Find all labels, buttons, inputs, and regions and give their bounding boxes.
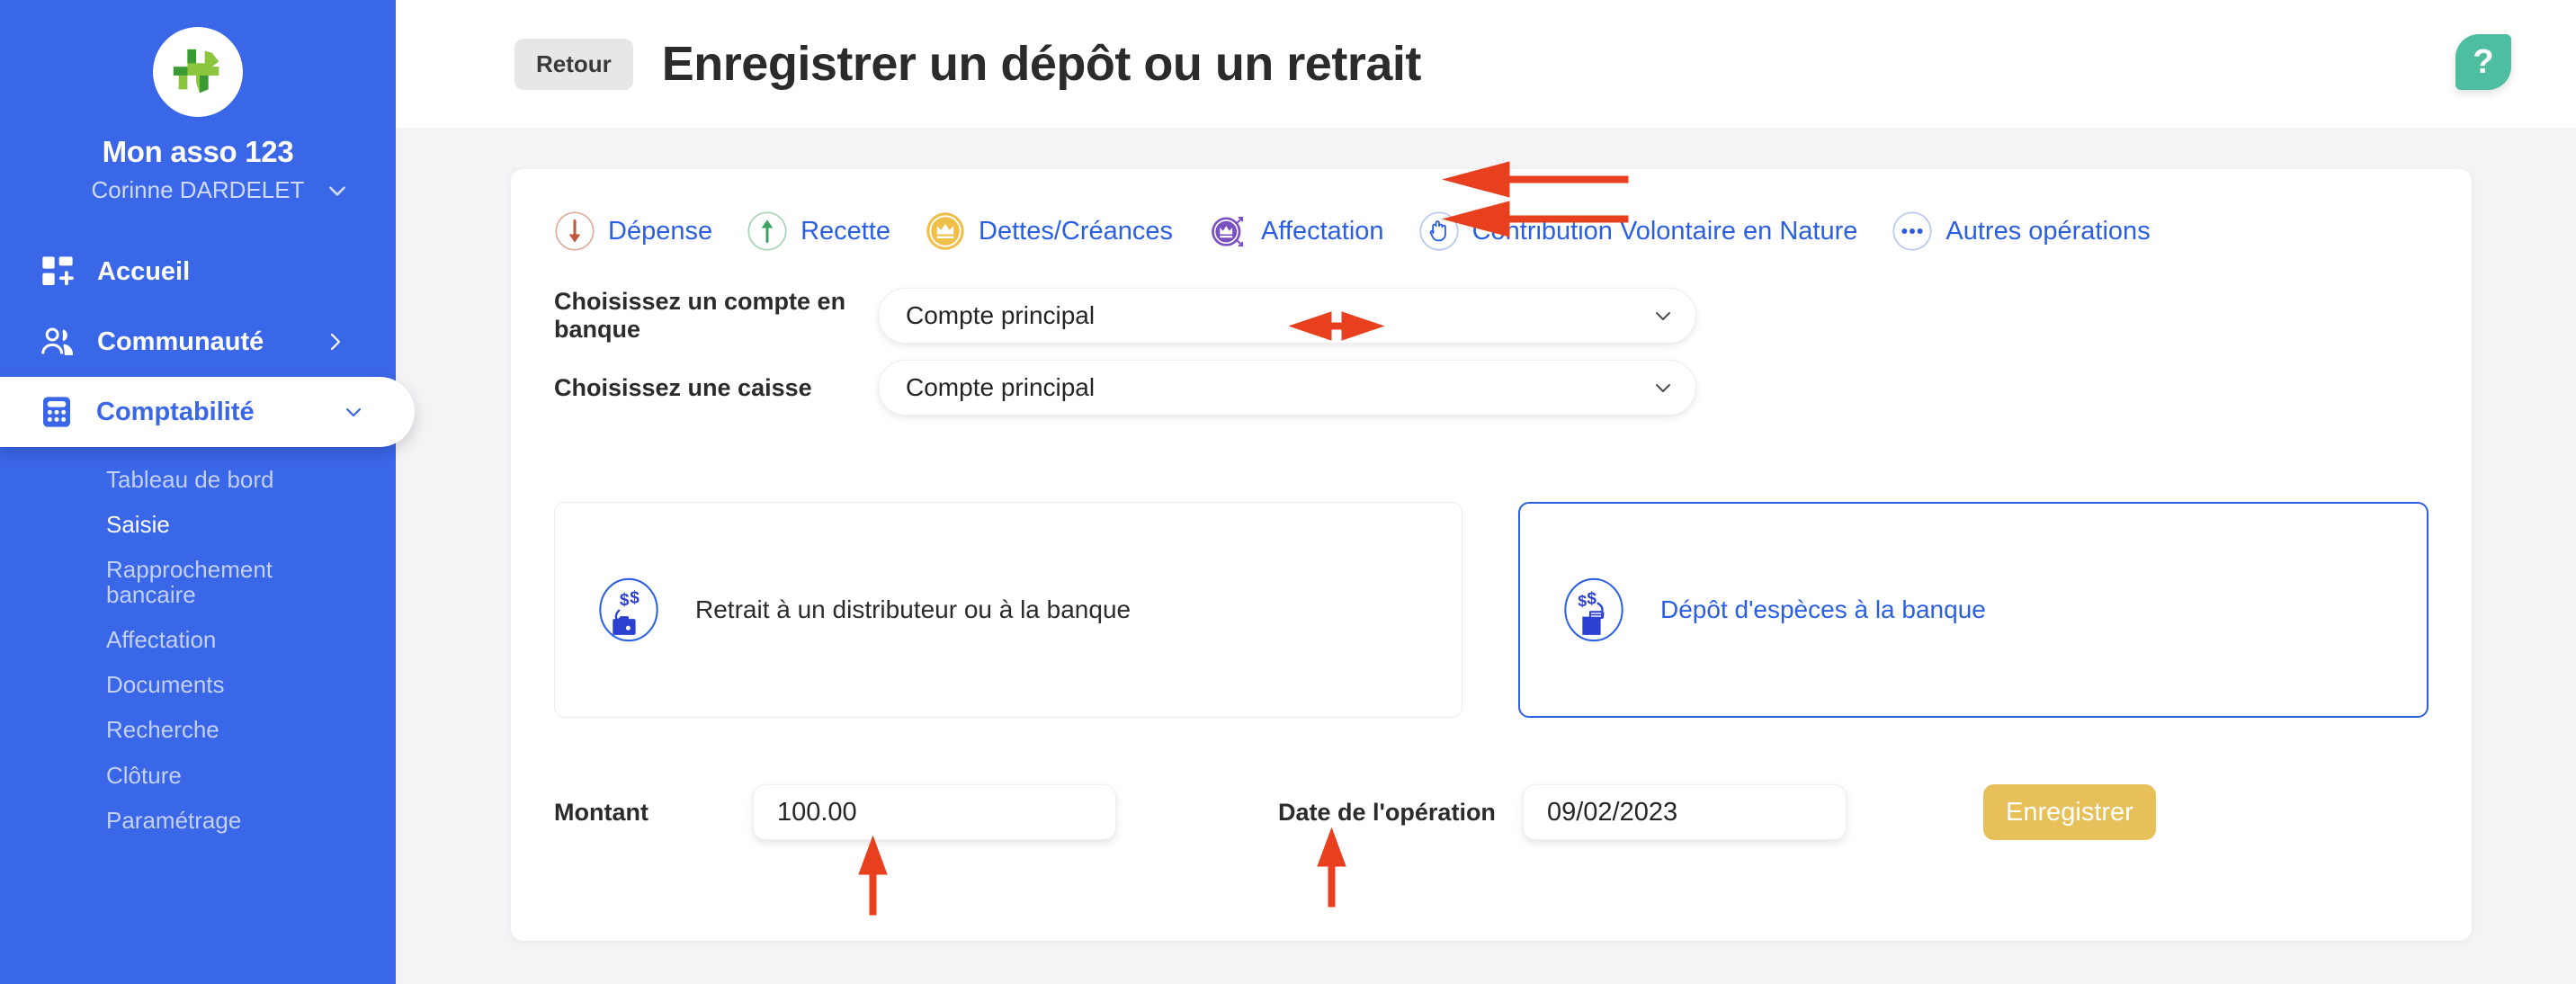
- subnav-item-recherche[interactable]: Recherche: [106, 717, 331, 742]
- cash-register-label: Choisissez une caisse: [554, 373, 812, 401]
- tab-label: Affectation: [1261, 216, 1384, 246]
- sidebar-nav: Accueil Communauté Comptabilité Tableau …: [0, 237, 415, 833]
- page-title: Enregistrer un dépôt ou un retrait: [661, 37, 1422, 91]
- arrow-down-circle-icon: [555, 211, 595, 251]
- user-name: Corinne DARDELET: [91, 176, 305, 203]
- operation-type-tabs: Dépense Recette Dettes/Créances Affectat…: [511, 169, 2472, 252]
- calculator-icon: [39, 394, 75, 430]
- top-bar: Retour Enregistrer un dépôt ou un retrai…: [396, 0, 2576, 128]
- tab-label: Contribution Volontaire en Nature: [1471, 216, 1858, 246]
- amount-date-row: Montant Date de l'opération Enregistrer: [554, 772, 2428, 853]
- subnav-item-documents[interactable]: Documents: [106, 672, 331, 697]
- bank-account-row: Choisissez un compte en banque Compte pr…: [554, 288, 2472, 344]
- tab-recette[interactable]: Recette: [747, 210, 890, 252]
- operation-choice-group: $ $ Retrait à un distributeur ou à la ba…: [554, 502, 2428, 718]
- chevron-down-icon: [1656, 384, 1670, 392]
- bank-account-label: Choisissez un compte en banque: [554, 288, 846, 343]
- tab-label: Dépense: [608, 216, 713, 246]
- subnav-item-affectation[interactable]: Affectation: [106, 627, 331, 652]
- chevron-down-icon[interactable]: [326, 179, 349, 202]
- sidebar-item-comptabilite[interactable]: Comptabilité: [0, 377, 415, 447]
- svg-text:$: $: [630, 588, 640, 607]
- people-icon: [40, 324, 76, 360]
- cash-register-select[interactable]: Compte principal: [878, 360, 1696, 416]
- tab-label: Recette: [801, 216, 891, 246]
- tab-dettes-creances[interactable]: Dettes/Créances: [925, 210, 1173, 252]
- sidebar-subnav: Tableau de bord Saisie Rapprochement ban…: [0, 467, 396, 833]
- hashtag-leaf-logo-icon: [173, 49, 219, 94]
- back-button[interactable]: Retour: [514, 38, 633, 90]
- dashboard-grid-icon: [40, 254, 76, 290]
- save-button[interactable]: Enregistrer: [1982, 784, 2156, 840]
- chevron-down-icon: [1656, 312, 1670, 320]
- date-input[interactable]: [1522, 784, 1847, 840]
- amount-label: Montant: [554, 798, 648, 826]
- tab-label: Autres opérations: [1945, 216, 2151, 246]
- subnav-item-cloture[interactable]: Clôture: [106, 762, 331, 787]
- cash-withdrawal-icon: $ $: [599, 577, 658, 642]
- svg-text:$: $: [620, 591, 630, 610]
- sidebar-item-label: Accueil: [97, 256, 191, 286]
- choice-label: Retrait à un distributeur ou à la banque: [695, 595, 1131, 623]
- account-selectors: Choisissez un compte en banque Compte pr…: [511, 288, 2472, 416]
- arrow-up-circle-icon: [747, 211, 787, 251]
- sidebar: Mon asso 123 Corinne DARDELET Accueil Co…: [0, 0, 415, 984]
- bank-account-select[interactable]: Compte principal: [878, 288, 1696, 344]
- crown-coin-icon: [926, 212, 964, 250]
- sidebar-item-label: Comptabilité: [96, 397, 255, 426]
- bank-account-value: Compte principal: [906, 301, 1096, 329]
- choice-label: Dépôt d'espèces à la banque: [1660, 595, 1986, 623]
- tab-affectation[interactable]: Affectation: [1207, 210, 1384, 252]
- chevron-right-icon: [330, 333, 341, 351]
- sidebar-brand[interactable]: Mon asso 123 Corinne DARDELET: [0, 0, 396, 204]
- help-button[interactable]: ?: [2455, 34, 2511, 90]
- subnav-item-rapprochement-bancaire[interactable]: Rapprochement bancaire: [106, 557, 331, 607]
- tab-depense[interactable]: Dépense: [554, 210, 712, 252]
- subnav-item-parametrage[interactable]: Paramétrage: [106, 808, 331, 833]
- date-label: Date de l'opération: [1277, 798, 1496, 826]
- ellipsis-circle-icon: [1892, 211, 1932, 251]
- tab-autres-operations[interactable]: Autres opérations: [1892, 210, 2151, 252]
- subnav-item-tableau-de-bord[interactable]: Tableau de bord: [106, 467, 331, 492]
- org-logo: [153, 27, 243, 117]
- tab-contribution-volontaire[interactable]: Contribution Volontaire en Nature: [1418, 210, 1858, 252]
- cash-register-row: Choisissez une caisse Compte principal: [554, 360, 2472, 416]
- tab-label: Dettes/Créances: [979, 216, 1174, 246]
- subnav-item-saisie[interactable]: Saisie: [106, 512, 331, 537]
- amount-input[interactable]: [752, 784, 1116, 840]
- org-name: Mon asso 123: [102, 135, 294, 168]
- app-root: Mon asso 123 Corinne DARDELET Accueil Co…: [0, 0, 2576, 984]
- choice-depot-especes[interactable]: $ $ Dépôt d'espèces à la banque: [1518, 502, 2428, 718]
- sidebar-item-label: Communauté: [97, 327, 264, 356]
- choice-retrait-distributeur[interactable]: $ $ Retrait à un distributeur ou à la ba…: [554, 502, 1462, 718]
- sidebar-item-communaute[interactable]: Communauté: [0, 307, 396, 377]
- main-content: Retour Enregistrer un dépôt ou un retrai…: [396, 0, 2576, 984]
- svg-text:$: $: [1578, 592, 1587, 610]
- svg-text:$: $: [1587, 590, 1597, 609]
- hand-icon: [1419, 211, 1459, 251]
- chevron-down-icon: [345, 407, 362, 417]
- operation-panel: Dépense Recette Dettes/Créances Affectat…: [511, 169, 2472, 941]
- crown-allocation-icon: [1212, 217, 1244, 247]
- sidebar-item-accueil[interactable]: Accueil: [0, 237, 396, 307]
- cash-deposit-icon: $ $: [1564, 577, 1623, 642]
- cash-register-value: Compte principal: [906, 373, 1096, 401]
